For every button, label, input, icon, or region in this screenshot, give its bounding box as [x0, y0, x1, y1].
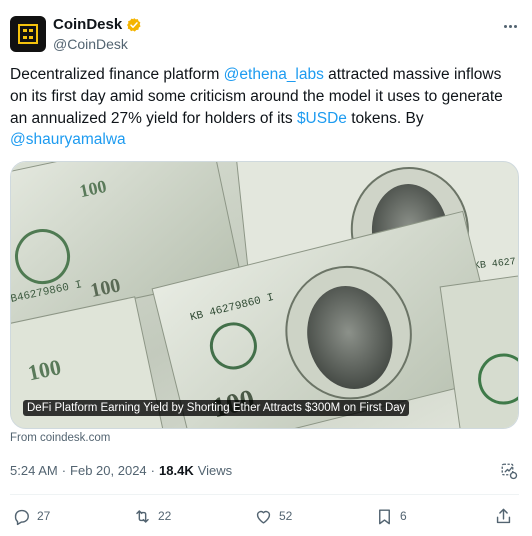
- tweet-time[interactable]: 5:24 AM: [10, 463, 58, 478]
- tweet-header: CoinDesk @CoinDesk: [10, 10, 522, 54]
- share-icon: [496, 508, 511, 523]
- grok-icon[interactable]: [500, 462, 518, 480]
- meta-separator: ·: [61, 463, 67, 478]
- bookmark-count: 6: [400, 509, 407, 523]
- more-icon[interactable]: [500, 18, 520, 34]
- like-button[interactable]: 52: [254, 504, 292, 528]
- reply-count: 27: [37, 509, 51, 523]
- mention-link[interactable]: @ethena_labs: [224, 66, 324, 83]
- share-button[interactable]: [494, 504, 513, 528]
- link-card[interactable]: 100 B4627986​0 I 100 KB 46​27 KB 4627986…: [10, 161, 519, 429]
- reply-button[interactable]: 27: [12, 504, 50, 528]
- tweet-text: Decentralized finance platform @ethena_l…: [10, 64, 522, 151]
- avatar[interactable]: [10, 16, 46, 52]
- money-image: 100 B4627986​0 I 100 KB 46​27 KB 4627986…: [11, 162, 518, 428]
- divider: [10, 494, 519, 495]
- tweet-text-part: Decentralized finance platform: [10, 66, 224, 83]
- tweet-date[interactable]: Feb 20, 2024: [70, 463, 147, 478]
- handle[interactable]: @CoinDesk: [53, 36, 128, 52]
- like-icon: [256, 510, 271, 524]
- card-source[interactable]: From coindesk.com: [10, 432, 110, 444]
- name-row: CoinDesk: [53, 16, 142, 33]
- cashtag-link[interactable]: $USDe: [297, 110, 347, 127]
- verified-badge-icon[interactable]: [126, 17, 142, 33]
- like-count: 52: [279, 509, 293, 523]
- repost-icon: [136, 509, 149, 523]
- tweet-text-part: tokens. By: [346, 109, 424, 127]
- mention-link[interactable]: @shauryamalwa: [10, 131, 126, 148]
- action-bar: 27 22 52 6: [10, 504, 519, 528]
- bookmark-button[interactable]: 6: [375, 504, 407, 528]
- repost-count: 22: [158, 509, 172, 523]
- views-label: Views: [197, 463, 233, 478]
- tweet-meta: 5:24 AM · Feb 20, 2024 · 18.4K Views: [10, 463, 232, 478]
- meta-separator: ·: [150, 463, 156, 478]
- bookmark-icon: [379, 508, 390, 524]
- repost-button[interactable]: 22: [133, 504, 171, 528]
- card-caption: DeFi Platform Earning Yield by Shorting …: [23, 400, 410, 416]
- display-name[interactable]: CoinDesk: [53, 16, 122, 33]
- coindesk-logo-icon: [18, 24, 38, 44]
- reply-icon: [14, 509, 29, 525]
- views-count: 18.4K: [159, 463, 194, 478]
